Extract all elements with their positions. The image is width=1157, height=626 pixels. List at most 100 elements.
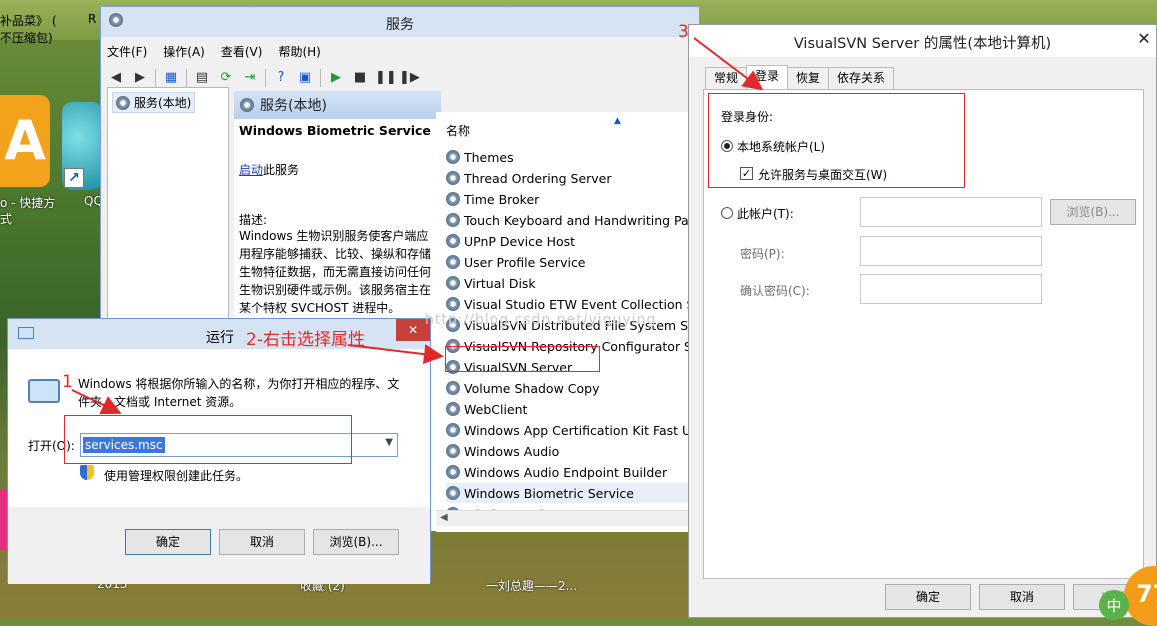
annotation-box-open-field bbox=[64, 415, 352, 464]
ime-indicator[interactable]: 中 bbox=[1099, 590, 1129, 620]
annotation-box-logon bbox=[708, 93, 965, 188]
detail-header-label: 服务(本地) bbox=[260, 98, 327, 114]
service-name: WebClient bbox=[464, 401, 528, 417]
run-ok-button[interactable]: 确定 bbox=[125, 529, 211, 555]
service-name: Volume Shadow Copy bbox=[464, 380, 600, 396]
desktop-app-icon[interactable]: A bbox=[0, 95, 50, 187]
browse-account-button[interactable]: 浏览(B)... bbox=[1050, 199, 1136, 225]
show-tree-icon[interactable]: ▦ bbox=[162, 69, 180, 87]
table-row[interactable]: Touch Keyboard and Handwriting Pan bbox=[446, 210, 691, 230]
service-gear-icon bbox=[446, 297, 460, 311]
service-name: User Profile Service bbox=[464, 254, 586, 270]
table-row[interactable]: Windows Biometric Service bbox=[446, 483, 691, 503]
list-horizontal-scrollbar[interactable]: ◀ bbox=[436, 510, 691, 526]
tree-item-label: 服务(本地) bbox=[134, 96, 192, 110]
service-gear-icon bbox=[446, 150, 460, 164]
annotation-box-visualsvn-row bbox=[445, 346, 600, 372]
service-name: Thread Ordering Server bbox=[464, 170, 612, 186]
desktop-icon-label-2: 式 bbox=[0, 212, 13, 226]
console-icon[interactable]: ▣ bbox=[296, 69, 314, 87]
menu-help[interactable]: 帮助(H) bbox=[278, 43, 320, 63]
properties-titlebar[interactable]: VisualSVN Server 的属性(本地计算机) ✕ bbox=[689, 25, 1156, 57]
desktop-bottom-label-3: 一刘总趣——2... bbox=[486, 579, 578, 593]
run-browse-button[interactable]: 浏览(B)... bbox=[313, 529, 399, 555]
forward-arrow-icon[interactable]: ▶ bbox=[131, 69, 149, 87]
services-titlebar[interactable]: 服务 bbox=[101, 7, 699, 37]
run-description: Windows 将根据你所输入的名称，为你打开相应的程序、文件夹、文档或 Int… bbox=[78, 377, 400, 409]
service-name: UPnP Device Host bbox=[464, 233, 576, 249]
cancel-button[interactable]: 取消 bbox=[979, 584, 1065, 610]
table-row[interactable]: Visual Studio ETW Event Collection Ser bbox=[446, 294, 691, 314]
run-app-icon bbox=[18, 327, 34, 339]
table-row[interactable]: Volume Shadow Copy bbox=[446, 378, 691, 398]
table-row[interactable]: Time Broker bbox=[446, 189, 691, 209]
toolbar-separator bbox=[155, 69, 156, 87]
run-titlebar[interactable]: 运行 ✕ bbox=[8, 319, 430, 349]
menu-file[interactable]: 文件(F) bbox=[107, 43, 147, 63]
table-row[interactable]: Themes bbox=[446, 147, 691, 167]
toolbar-separator bbox=[320, 69, 321, 87]
chevron-down-icon[interactable]: ▼ bbox=[385, 437, 393, 448]
tab-logon[interactable]: 登录 bbox=[746, 65, 789, 89]
desktop-file-label: 补品菜》 ( bbox=[0, 14, 57, 28]
close-icon[interactable]: ✕ bbox=[1134, 29, 1154, 49]
toolbar-separator bbox=[186, 69, 187, 87]
service-gear-icon bbox=[446, 171, 460, 185]
admin-note: 使用管理权限创建此任务。 bbox=[104, 469, 249, 483]
tab-dependencies[interactable]: 依存关系 bbox=[828, 67, 895, 89]
stop-service-icon[interactable]: ■ bbox=[351, 69, 369, 87]
service-gear-icon bbox=[446, 402, 460, 416]
start-service-link[interactable]: 启动 bbox=[239, 163, 263, 177]
service-gear-icon bbox=[446, 444, 460, 458]
service-gear-icon bbox=[446, 381, 460, 395]
service-gear-icon bbox=[446, 213, 460, 227]
description-label: 描述: bbox=[239, 213, 268, 227]
export-icon[interactable]: ⇥ bbox=[241, 69, 259, 87]
annotation-step-3: 3 bbox=[678, 22, 689, 42]
start-service-icon[interactable]: ▶ bbox=[327, 69, 345, 87]
start-service-line: 启动此服务 bbox=[239, 161, 299, 178]
sort-up-icon: ▲ bbox=[614, 116, 621, 126]
table-row[interactable]: User Profile Service bbox=[446, 252, 691, 272]
pause-service-icon[interactable]: ❚❚ bbox=[375, 69, 397, 87]
selected-service-name: Windows Biometric Service bbox=[239, 123, 431, 138]
table-row[interactable]: Windows App Certification Kit Fast Use bbox=[446, 420, 691, 440]
restart-service-icon[interactable]: ❚▶ bbox=[399, 69, 420, 87]
ok-button[interactable]: 确定 bbox=[885, 584, 971, 610]
password-input[interactable] bbox=[860, 236, 1042, 266]
service-name: Windows App Certification Kit Fast Use bbox=[464, 422, 691, 438]
service-name: Windows Biometric Service bbox=[464, 485, 634, 501]
table-row[interactable]: Windows Audio bbox=[446, 441, 691, 461]
table-row[interactable]: Virtual Disk bbox=[446, 273, 691, 293]
tree-item-services-local[interactable]: 服务(本地) bbox=[112, 92, 196, 113]
this-account-radio[interactable] bbox=[721, 207, 733, 219]
service-name: Touch Keyboard and Handwriting Pan bbox=[464, 212, 691, 228]
service-name: Themes bbox=[464, 149, 514, 165]
tab-general[interactable]: 常规 bbox=[705, 67, 748, 89]
menu-action[interactable]: 操作(A) bbox=[163, 43, 205, 63]
service-name: Visual Studio ETW Event Collection Ser bbox=[464, 296, 691, 312]
table-row[interactable]: Windows Audio Endpoint Builder bbox=[446, 462, 691, 482]
properties-tabs: 常规 登录 恢复 依存关系 bbox=[705, 65, 895, 89]
menu-view[interactable]: 查看(V) bbox=[221, 43, 263, 63]
tab-recovery[interactable]: 恢复 bbox=[787, 67, 830, 89]
account-input[interactable] bbox=[860, 197, 1042, 227]
start-service-suffix: 此服务 bbox=[263, 163, 300, 177]
desktop-file-label-2: 不压缩包) bbox=[0, 31, 53, 45]
properties-icon[interactable]: ▤ bbox=[193, 69, 211, 87]
this-account-label: 此帐户(T): bbox=[737, 207, 794, 221]
table-row[interactable]: WebClient bbox=[446, 399, 691, 419]
detail-header: 服务(本地) bbox=[234, 91, 441, 119]
service-name: Time Broker bbox=[464, 191, 540, 207]
service-gear-icon bbox=[446, 465, 460, 479]
refresh-icon[interactable]: ⟳ bbox=[217, 69, 235, 87]
run-cancel-button[interactable]: 取消 bbox=[219, 529, 305, 555]
table-row[interactable]: UPnP Device Host bbox=[446, 231, 691, 251]
confirm-password-label: 确认密码(C): bbox=[740, 284, 810, 298]
back-arrow-icon[interactable]: ◀ bbox=[107, 69, 125, 87]
confirm-password-input[interactable] bbox=[860, 274, 1042, 304]
table-row[interactable]: Thread Ordering Server bbox=[446, 168, 691, 188]
help-icon[interactable]: ? bbox=[272, 69, 290, 87]
services-gear-icon bbox=[116, 95, 130, 110]
column-header-name[interactable]: 名称 bbox=[446, 122, 470, 139]
